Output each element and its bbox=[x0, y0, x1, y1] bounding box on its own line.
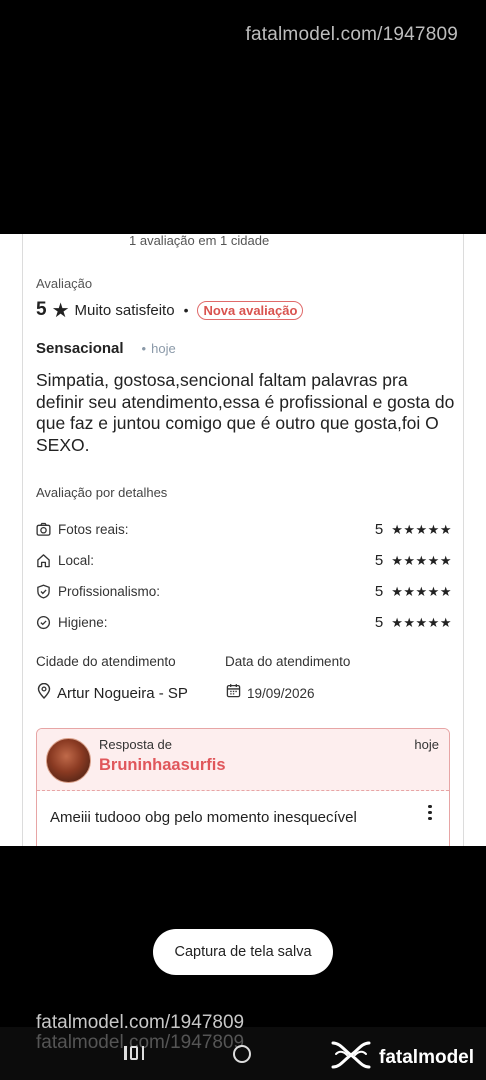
score-stars: ★★★★★ bbox=[391, 552, 452, 568]
response-label: Resposta de bbox=[99, 737, 172, 752]
separator-dot: • bbox=[183, 302, 189, 318]
review-content: 1 avaliação em 1 cidade Avaliação 5 ★ Mu… bbox=[0, 234, 486, 846]
detail-row-local: Local: 5 ★★★★★ bbox=[36, 545, 452, 576]
calendar-icon bbox=[226, 683, 241, 703]
score-stars: ★★★★★ bbox=[391, 583, 452, 599]
rating-value: 5 bbox=[36, 299, 47, 320]
details-list: Fotos reais: 5 ★★★★★ Local: 5 ★★★★★ Prof… bbox=[36, 514, 452, 638]
brand-name: fatalmodel bbox=[379, 1046, 475, 1068]
date-label: Data do atendimento bbox=[225, 654, 351, 669]
city-value: Artur Nogueira - SP bbox=[57, 685, 188, 702]
score-stars: ★★★★★ bbox=[391, 614, 452, 630]
detail-score: 5 ★★★★★ bbox=[375, 514, 452, 545]
response-time: hoje bbox=[414, 737, 439, 752]
detail-score: 5 ★★★★★ bbox=[375, 545, 452, 576]
rating-section-label: Avaliação bbox=[36, 276, 93, 291]
response-author[interactable]: Bruninhaasurfis bbox=[99, 756, 226, 775]
detail-row-higiene: Higiene: 5 ★★★★★ bbox=[36, 607, 452, 638]
brand-logo: fatalmodel bbox=[330, 1040, 474, 1075]
score-value: 5 bbox=[374, 614, 384, 631]
detail-label: Profissionalismo: bbox=[58, 584, 161, 599]
score-value: 5 bbox=[374, 583, 384, 600]
fatalmodel-logo-icon bbox=[330, 1040, 372, 1075]
new-review-badge: Nova avaliação bbox=[197, 300, 304, 320]
detail-row-fotos: Fotos reais: 5 ★★★★★ bbox=[36, 514, 452, 545]
reviewer-summary: 1 avaliação em 1 cidade bbox=[129, 234, 270, 248]
date-row: 19/09/2026 bbox=[226, 683, 315, 703]
detail-label: Fotos reais: bbox=[58, 522, 129, 537]
watermark-bottom: fatalmodel.com/1947809 bbox=[36, 1012, 245, 1033]
circle-check-icon bbox=[36, 615, 51, 630]
detail-score: 5 ★★★★★ bbox=[375, 576, 452, 607]
score-stars: ★★★★★ bbox=[391, 521, 452, 537]
detail-row-profissionalismo: Profissionalismo: 5 ★★★★★ bbox=[36, 576, 452, 607]
home-button-icon[interactable] bbox=[233, 1045, 251, 1063]
shield-check-icon bbox=[36, 584, 51, 599]
details-label: Avaliação por detalhes bbox=[36, 485, 168, 500]
review-title-row: Sensacional hoje bbox=[36, 340, 176, 357]
detail-label: Local: bbox=[58, 553, 95, 568]
review-time: hoje bbox=[142, 341, 176, 356]
detail-score: 5 ★★★★★ bbox=[375, 607, 452, 638]
review-body: Simpatia, gostosa,sencional faltam palav… bbox=[36, 370, 455, 455]
star-icon: ★ bbox=[51, 299, 70, 322]
city-label: Cidade do atendimento bbox=[36, 654, 176, 669]
avatar[interactable] bbox=[46, 738, 91, 783]
rating-row: 5 ★ Muito satisfeito • Nova avaliação bbox=[36, 299, 304, 322]
watermark-top: fatalmodel.com/1947809 bbox=[245, 24, 458, 45]
home-icon bbox=[36, 553, 51, 568]
response-header: Resposta de Bruninhaasurfis hoje bbox=[37, 729, 449, 791]
date-value: 19/09/2026 bbox=[247, 685, 315, 701]
review-title: Sensacional bbox=[36, 340, 124, 357]
detail-label: Higiene: bbox=[58, 615, 108, 630]
owner-response: Resposta de Bruninhaasurfis hoje Ameiii … bbox=[36, 728, 450, 846]
camera-check-icon bbox=[36, 522, 51, 537]
location-pin-icon bbox=[37, 682, 51, 704]
rating-text: Muito satisfeito bbox=[74, 301, 175, 319]
score-value: 5 bbox=[374, 552, 384, 569]
city-row: Artur Nogueira - SP bbox=[37, 682, 188, 704]
recents-icon[interactable] bbox=[124, 1044, 144, 1062]
screenshot-saved-toast: Captura de tela salva bbox=[153, 929, 333, 975]
response-body: Ameiii tudooo obg pelo momento inesquecí… bbox=[50, 809, 357, 826]
score-value: 5 bbox=[374, 521, 384, 538]
more-options-icon[interactable] bbox=[425, 803, 435, 821]
